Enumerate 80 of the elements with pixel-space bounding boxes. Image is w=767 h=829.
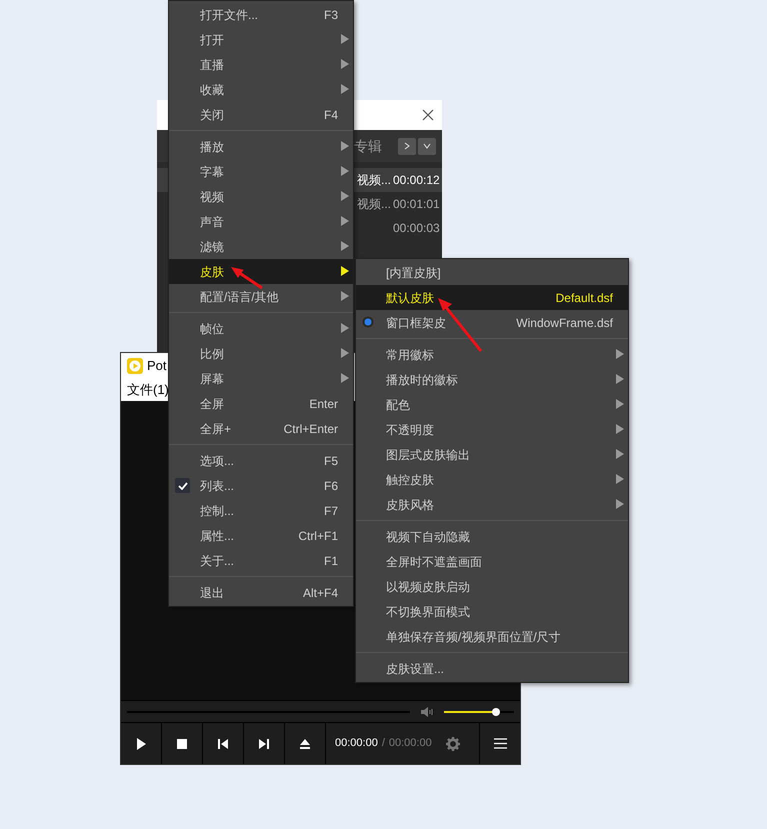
- menu-item[interactable]: 帧位: [169, 316, 353, 341]
- volume-thumb[interactable]: [492, 708, 500, 716]
- shortcut-text: F6: [324, 478, 338, 494]
- menu-item[interactable]: 不透明度: [356, 417, 628, 442]
- close-icon: [422, 109, 434, 121]
- menu-item[interactable]: 关于... F1: [169, 548, 353, 573]
- menu-item[interactable]: 配置/语言/其他: [169, 284, 353, 309]
- duration-text: 00:01:01: [393, 196, 439, 213]
- settings-icon: [446, 736, 460, 750]
- toolbar-label: 专辑: [354, 136, 382, 156]
- play-icon: [136, 738, 146, 750]
- shortcut-text: Alt+F4: [302, 584, 338, 602]
- menu-item[interactable]: 视频: [169, 184, 353, 209]
- menu-item[interactable]: 触控皮肤: [356, 467, 628, 492]
- menu-item[interactable]: 屏幕: [169, 366, 353, 391]
- menu-item[interactable]: 视频下自动隐藏: [356, 524, 628, 549]
- menu-item[interactable]: 全屏+ Ctrl+Enter: [169, 416, 353, 441]
- menu-item[interactable]: 配色: [356, 392, 628, 417]
- menu-item[interactable]: 全屏时不遮盖画面: [356, 549, 628, 574]
- shortcut-text: Default.dsf: [556, 290, 613, 306]
- menu-item[interactable]: 打开: [169, 27, 353, 52]
- next-button[interactable]: [398, 138, 416, 154]
- stop-icon: [177, 738, 187, 750]
- chevron-down-icon: [423, 143, 431, 149]
- menu-item[interactable]: 皮肤设置...: [356, 656, 628, 681]
- menu-item[interactable]: 窗口框架皮 WindowFrame.dsf: [356, 310, 628, 335]
- menu-item[interactable]: 默认皮肤 Default.dsf: [356, 285, 628, 310]
- shortcut-text: WindowFrame.dsf: [516, 314, 613, 332]
- time-separator: /: [382, 736, 385, 752]
- annotation-arrow: [230, 266, 264, 290]
- shortcut-text: Enter: [309, 396, 338, 412]
- window-title: Pot: [147, 357, 167, 376]
- menu-item[interactable]: 声音: [169, 209, 353, 234]
- menu-item[interactable]: [内置皮肤]: [356, 260, 628, 285]
- menu-item[interactable]: 播放: [169, 134, 353, 159]
- menu-item[interactable]: 打开文件... F3: [169, 2, 353, 27]
- annotation-arrow: [435, 296, 485, 354]
- menu-item[interactable]: 播放时的徽标: [356, 367, 628, 392]
- shortcut-text: F3: [324, 6, 338, 24]
- settings-button[interactable]: [446, 736, 460, 750]
- menu-item[interactable]: 字幕: [169, 159, 353, 184]
- current-time: 00:00:00: [335, 736, 378, 752]
- menu-item[interactable]: 选项... F5: [169, 448, 353, 473]
- menu-icon: [494, 738, 506, 749]
- check-glyph-icon: [178, 482, 188, 490]
- shortcut-text: Ctrl+Enter: [284, 420, 338, 438]
- shortcut-text: F1: [324, 552, 338, 570]
- menu-item[interactable]: 属性... Ctrl+F1: [169, 523, 353, 548]
- menu-item[interactable]: 常用徽标: [356, 342, 628, 367]
- skip-forward-icon: [259, 738, 269, 750]
- menu-item[interactable]: 文件(1): [127, 380, 169, 400]
- app-logo-icon: [127, 358, 143, 374]
- duration-text: 00:00:12: [393, 172, 439, 189]
- video-title: 视频...: [356, 196, 391, 213]
- menu-item[interactable]: 以视频皮肤启动: [356, 574, 628, 599]
- menu-item[interactable]: 直播: [169, 52, 353, 77]
- video-title: 视频...: [356, 172, 391, 189]
- shortcut-text: F5: [324, 452, 338, 470]
- menu-item[interactable]: 比例: [169, 341, 353, 366]
- speaker-icon: [420, 706, 434, 718]
- menu-item[interactable]: 图层式皮肤输出: [356, 442, 628, 467]
- menu-item[interactable]: 列表... F6: [169, 473, 353, 498]
- menu-item[interactable]: 全屏 Enter: [169, 391, 353, 416]
- total-time: 00:00:00: [388, 736, 432, 752]
- menu-item[interactable]: 收藏: [169, 77, 353, 102]
- shortcut-text: Ctrl+F1: [298, 528, 338, 544]
- menu-item[interactable]: 皮肤: [169, 259, 353, 284]
- dropdown-button[interactable]: [418, 138, 436, 154]
- menu-item[interactable]: 退出 Alt+F4: [169, 580, 353, 605]
- menu-item[interactable]: 不切换界面模式: [356, 599, 628, 624]
- menu-item[interactable]: 单独保存音频/视频界面位置/尺寸: [356, 624, 628, 649]
- menu-item[interactable]: 控制... F7: [169, 498, 353, 523]
- menu-item[interactable]: 皮肤风格: [356, 492, 628, 517]
- shortcut-text: F4: [324, 106, 338, 124]
- shortcut-text: F7: [324, 502, 338, 520]
- menu-item[interactable]: 关闭 F4: [169, 102, 353, 127]
- menu-item[interactable]: 滤镜: [169, 234, 353, 259]
- skip-back-icon: [218, 738, 228, 750]
- eject-icon: [300, 738, 310, 750]
- chevron-right-icon: [404, 142, 410, 150]
